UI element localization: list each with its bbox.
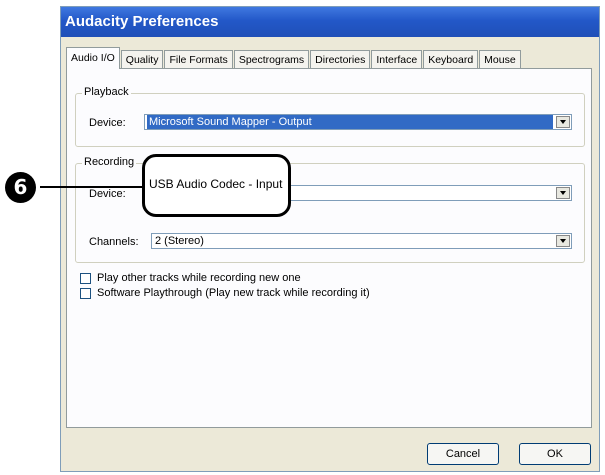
audio-io-panel: Playback Device: Microsoft Sound Mapper … — [66, 68, 592, 428]
playback-group-label: Playback — [82, 86, 131, 98]
recording-channels-select[interactable]: 2 (Stereo) — [151, 233, 572, 249]
preferences-dialog: Audacity Preferences Audio I/O Quality F… — [60, 6, 600, 472]
tab-audio-io[interactable]: Audio I/O — [66, 47, 120, 69]
tab-quality[interactable]: Quality — [120, 50, 164, 69]
software-playthrough-checkbox[interactable] — [80, 287, 91, 299]
playback-device-value: Microsoft Sound Mapper - Output — [147, 115, 553, 129]
ok-button[interactable]: OK — [519, 443, 591, 465]
recording-device-value: USB Audio Codec - Input — [149, 177, 283, 191]
tab-mouse[interactable]: Mouse — [479, 50, 521, 69]
chevron-down-icon[interactable] — [556, 116, 570, 128]
tab-spectrograms[interactable]: Spectrograms — [233, 50, 310, 69]
tab-bar: Audio I/O Quality File Formats Spectrogr… — [66, 47, 593, 69]
recording-channels-value: 2 (Stereo) — [155, 235, 204, 247]
tab-directories[interactable]: Directories — [310, 50, 371, 69]
recording-device-label: Device: — [89, 188, 126, 200]
software-playthrough-option[interactable]: Software Playthrough (Play new track whi… — [80, 287, 370, 299]
cancel-button[interactable]: Cancel — [427, 443, 499, 465]
playback-device-label: Device: — [89, 117, 126, 129]
tab-interface[interactable]: Interface — [371, 50, 423, 69]
play-other-tracks-label: Play other tracks while recording new on… — [97, 272, 301, 284]
play-other-tracks-checkbox[interactable] — [80, 272, 91, 284]
play-other-tracks-option[interactable]: Play other tracks while recording new on… — [80, 272, 301, 284]
chevron-down-icon[interactable] — [556, 235, 570, 247]
recording-channels-label: Channels: — [89, 236, 139, 248]
window-title: Audacity Preferences — [61, 7, 599, 37]
recording-group-label: Recording — [82, 156, 137, 168]
callout-highlight-box: USB Audio Codec - Input — [142, 154, 291, 217]
callout-number-badge: 6 — [5, 172, 36, 203]
callout-pointer-line — [40, 186, 144, 188]
playback-device-select[interactable]: Microsoft Sound Mapper - Output — [144, 114, 572, 130]
chevron-down-icon[interactable] — [556, 187, 570, 199]
tab-file-formats[interactable]: File Formats — [164, 50, 233, 69]
tab-keyboard[interactable]: Keyboard — [423, 50, 479, 69]
software-playthrough-label: Software Playthrough (Play new track whi… — [97, 287, 370, 299]
playback-group: Playback Device: Microsoft Sound Mapper … — [75, 86, 585, 147]
